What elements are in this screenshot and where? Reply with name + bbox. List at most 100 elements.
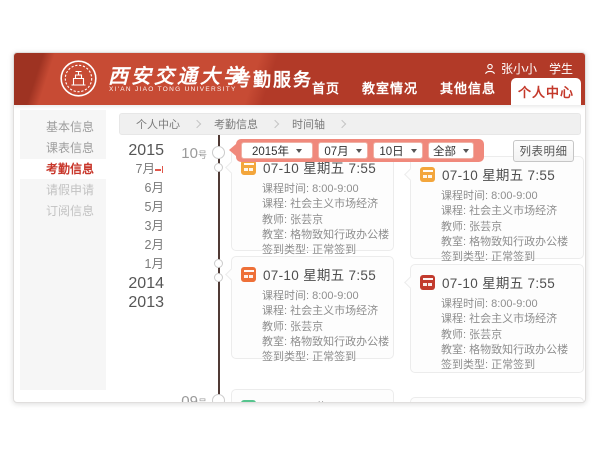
university-name-en: XI'AN JIAO TONG UNIVERSITY xyxy=(109,86,237,93)
field-value: 8:00-9:00 xyxy=(312,290,358,302)
field-value: 正常签到 xyxy=(312,244,356,256)
current-month-marker-icon xyxy=(155,165,164,174)
calendar-icon xyxy=(420,167,435,182)
nav-item-other-info[interactable]: 其他信息 xyxy=(429,78,507,105)
field-value: 社会主义市场经济 xyxy=(290,305,378,317)
breadcrumb-timeline[interactable]: 时间轴 xyxy=(280,116,337,132)
field-label: 教室: xyxy=(441,344,466,356)
sidebar-item-basic-info[interactable]: 基本信息 xyxy=(20,117,106,137)
attendance-card-body: 课程时间: 8:00-9:00 课程: 社会主义市场经济 教师: 张芸京 教室:… xyxy=(232,287,393,371)
timeline-day-09: 09号 xyxy=(164,393,207,403)
field-label: 课程时间: xyxy=(262,183,309,195)
main-nav: 首页 教室情况 其他信息 个人中心 xyxy=(301,78,581,105)
calendar-icon xyxy=(241,400,256,404)
field-value: 社会主义市场经济 xyxy=(290,198,378,210)
calendar-icon xyxy=(420,275,435,290)
timeline-node xyxy=(212,394,225,403)
user-role: 学生 xyxy=(549,60,573,77)
timeline-year-2013[interactable]: 2013 xyxy=(74,293,164,312)
field-label: 教室: xyxy=(262,336,287,348)
calendar-icon xyxy=(241,267,256,282)
user-icon xyxy=(484,63,496,75)
user-name: 张小小 xyxy=(501,60,537,77)
attendance-card-body: 课程时间: 8:00-9:00 课程: 社会主义市场经济 教师: 张芸京 教室:… xyxy=(411,295,583,379)
caret-down-icon xyxy=(411,149,417,153)
timeline-axis xyxy=(218,135,220,403)
timeline-month-january[interactable]: 1月 xyxy=(74,255,164,274)
field-label: 课程: xyxy=(262,305,287,317)
user-menu[interactable]: 张小小 学生 xyxy=(484,60,573,77)
caret-down-icon xyxy=(296,149,302,153)
date-filter-bar: 2015年 07月 10日 全部 xyxy=(236,139,484,162)
field-label: 签到类型: xyxy=(441,359,488,371)
timeline-month-february[interactable]: 2月 xyxy=(74,236,164,255)
timeline-year-2014[interactable]: 2014 xyxy=(74,274,164,293)
field-label: 教师: xyxy=(441,221,466,233)
university-logo-icon xyxy=(59,59,98,98)
field-label: 课程时间: xyxy=(441,298,488,310)
type-select[interactable]: 全部 xyxy=(428,142,474,159)
field-value: 格物致知行政办公楼 xyxy=(290,229,389,241)
field-label: 教师: xyxy=(262,321,287,333)
attendance-date: 07-10 星期五 7:55 xyxy=(442,272,555,292)
field-label: 课程: xyxy=(441,205,466,217)
chevron-right-icon xyxy=(271,120,279,128)
attendance-card-clipped xyxy=(410,397,584,403)
year-select[interactable]: 2015年 xyxy=(241,142,313,159)
field-value: 社会主义市场经济 xyxy=(469,205,557,217)
university-name-cn: 西安交通大学 xyxy=(108,60,246,89)
attendance-card-body: 课程时间: 8:00-9:00 课程: 社会主义市场经济 教师: 张芸京 教室:… xyxy=(232,180,393,264)
timeline-node xyxy=(214,273,223,282)
field-label: 课程: xyxy=(262,198,287,210)
nav-item-home[interactable]: 首页 xyxy=(301,78,351,105)
field-value: 8:00-9:00 xyxy=(491,190,537,202)
attendance-card-header: 07-09 星期四 7:55 xyxy=(232,390,393,403)
timeline-month-may[interactable]: 5月 xyxy=(74,198,164,217)
month-select[interactable]: 07月 xyxy=(318,142,368,159)
app-header: 西安交通大学 XI'AN JIAO TONG UNIVERSITY 考勤服务 张… xyxy=(14,53,585,105)
timeline-month-june[interactable]: 6月 xyxy=(74,179,164,198)
chevron-right-icon xyxy=(338,120,346,128)
timeline-month-july[interactable]: 7月 xyxy=(74,160,164,179)
attendance-date: 07-09 星期四 7:55 xyxy=(263,397,376,403)
timeline-month-march[interactable]: 3月 xyxy=(74,217,164,236)
field-label: 签到类型: xyxy=(441,251,488,263)
field-label: 教师: xyxy=(441,329,466,341)
field-value: 正常签到 xyxy=(491,359,535,371)
attendance-card-header: 07-10 星期五 7:55 xyxy=(411,265,583,295)
attendance-card: 07-10 星期五 7:55 课程时间: 8:00-9:00 课程: 社会主义市… xyxy=(410,264,584,373)
caret-down-icon xyxy=(356,149,362,153)
page-canvas: 西安交通大学 XI'AN JIAO TONG UNIVERSITY 考勤服务 张… xyxy=(0,0,600,450)
timeline-year-2015[interactable]: 2015 xyxy=(74,141,164,160)
attendance-date: 07-10 星期五 7:55 xyxy=(263,264,376,284)
nav-item-personal-center-active[interactable]: 个人中心 xyxy=(511,78,581,105)
breadcrumb-personal-center[interactable]: 个人中心 xyxy=(124,116,192,132)
nav-item-classrooms[interactable]: 教室情况 xyxy=(351,78,429,105)
breadcrumb-attendance-info[interactable]: 考勤信息 xyxy=(202,116,270,132)
chevron-right-icon xyxy=(193,120,201,128)
breadcrumb: 个人中心 考勤信息 时间轴 xyxy=(119,113,581,135)
attendance-card: 07-10 星期五 7:55 课程时间: 8:00-9:00 课程: 社会主义市… xyxy=(231,256,394,359)
timeline-node xyxy=(214,163,223,172)
timeline-node xyxy=(214,259,223,268)
attendance-date: 07-10 星期五 7:55 xyxy=(442,164,555,184)
field-value: 格物致知行政办公楼 xyxy=(469,344,568,356)
day-select[interactable]: 10日 xyxy=(373,142,423,159)
field-value: 8:00-9:00 xyxy=(491,298,537,310)
field-label: 课程: xyxy=(441,313,466,325)
app-window: 西安交通大学 XI'AN JIAO TONG UNIVERSITY 考勤服务 张… xyxy=(13,52,586,403)
attendance-card: 07-09 星期四 7:55 xyxy=(231,389,394,403)
field-value: 格物致知行政办公楼 xyxy=(469,236,568,248)
field-label: 教室: xyxy=(262,229,287,241)
field-value: 张芸京 xyxy=(290,214,323,226)
timeline-day-10: 10号 xyxy=(164,145,207,163)
field-value: 正常签到 xyxy=(312,351,356,363)
field-value: 社会主义市场经济 xyxy=(469,313,557,325)
field-label: 教师: xyxy=(262,214,287,226)
field-label: 签到类型: xyxy=(262,244,309,256)
list-detail-button[interactable]: 列表明细 xyxy=(513,140,574,162)
caret-down-icon xyxy=(463,149,469,153)
attendance-card-body: 课程时间: 8:00-9:00 课程: 社会主义市场经济 教师: 张芸京 教室:… xyxy=(411,187,583,271)
field-value: 张芸京 xyxy=(469,221,502,233)
field-value: 格物致知行政办公楼 xyxy=(290,336,389,348)
